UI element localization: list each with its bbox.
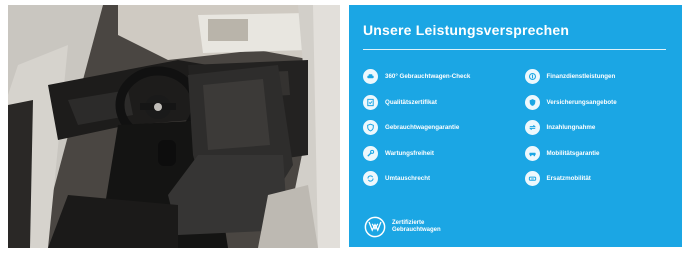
feature-label: Gebrauchtwagengarantie bbox=[385, 124, 460, 131]
feature-label: Finanzdienstleistungen bbox=[546, 73, 616, 80]
feature-item-finance: Finanzdienstleistungen bbox=[524, 68, 669, 85]
brand-line-1: Zertifizierte bbox=[392, 220, 425, 226]
exchange-icon bbox=[363, 171, 378, 186]
mobility-car-icon bbox=[524, 145, 540, 161]
feature-label: Versicherungsangebote bbox=[546, 98, 617, 106]
feature-list: 360° Gebrauchtwagen-Check Finanzdienstle… bbox=[363, 68, 668, 187]
title-divider bbox=[363, 49, 666, 50]
panel-title: Unsere Leistungsversprechen bbox=[363, 22, 570, 38]
certificate-icon bbox=[363, 94, 378, 110]
feature-item-warranty: Gebrauchtwagengarantie bbox=[363, 119, 507, 136]
certified-used-cars-brand: Zertifizierte Gebrauchtwagen bbox=[364, 216, 441, 238]
car-check-icon bbox=[363, 69, 378, 84]
feature-item-exchange: Umtauschrecht bbox=[363, 170, 507, 187]
promise-panel: Unsere Leistungsversprechen 360° Gebrauc… bbox=[349, 5, 682, 247]
feature-label: Umtauschrecht bbox=[385, 175, 431, 182]
shield-icon bbox=[363, 120, 378, 135]
finance-icon bbox=[524, 69, 540, 84]
feature-item-replacement: Ersatzmobilität bbox=[524, 170, 669, 187]
feature-label: Inzahlungnahme bbox=[546, 124, 596, 131]
feature-item-mobility: Mobilitätsgarantie bbox=[524, 145, 669, 162]
feature-label: Ersatzmobilität bbox=[546, 175, 591, 182]
feature-label: Mobilitätsgarantie bbox=[546, 149, 600, 157]
feature-item-trade-in: Inzahlungnahme bbox=[524, 119, 669, 136]
feature-item-maintenance: Wartungsfreiheit bbox=[363, 145, 507, 162]
wrench-icon bbox=[363, 145, 378, 161]
feature-label: Wartungsfreiheit bbox=[385, 149, 434, 157]
replacement-car-icon bbox=[524, 171, 540, 186]
brand-text: Zertifizierte Gebrauchtwagen bbox=[392, 220, 441, 234]
brand-line-2: Gebrauchtwagen bbox=[392, 227, 441, 233]
feature-label: 360° Gebrauchtwagen-Check bbox=[385, 73, 471, 80]
feature-item-certificate: Qualitätszertifikat bbox=[363, 94, 507, 111]
insurance-icon bbox=[524, 94, 540, 110]
feature-label: Qualitätszertifikat bbox=[385, 98, 437, 106]
trade-in-icon bbox=[524, 120, 540, 135]
feature-item-car-check: 360° Gebrauchtwagen-Check bbox=[363, 68, 507, 85]
vw-logo bbox=[364, 216, 386, 238]
feature-item-insurance: Versicherungsangebote bbox=[524, 94, 669, 111]
car-interior-photo bbox=[8, 5, 340, 248]
